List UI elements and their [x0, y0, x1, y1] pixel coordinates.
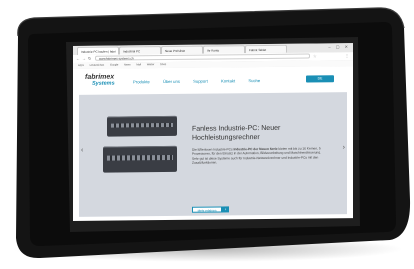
nav-item-support[interactable]: Support: [193, 79, 208, 84]
bookmark-item[interactable]: News: [124, 63, 131, 66]
carousel-prev-icon[interactable]: ‹: [81, 147, 83, 154]
nav-item-suche[interactable]: Suche: [248, 78, 260, 83]
url-input[interactable]: www.fabrimex-systems.ch: [95, 53, 310, 61]
display-content: Industrie-PC kaufen | fabri Industrial P…: [73, 43, 353, 221]
bookmark-item[interactable]: Shop: [160, 63, 166, 66]
hero-carousel: ‹ › Fanless Industrie-PC: Neuer Hochleis…: [79, 92, 347, 217]
site-nav: Produkte Über uns Support Kontakt Suche: [133, 78, 272, 84]
bookmark-item[interactable]: Google: [110, 64, 118, 67]
hero-title: Fanless Industrie-PC: Neuer Hochleistung…: [192, 124, 281, 142]
carousel-next-icon[interactable]: ›: [343, 144, 345, 151]
bookmark-item[interactable]: Lesezeichen: [90, 64, 105, 67]
tablet-screen: Industrie-PC kaufen | fabri Industrial P…: [0, 0, 414, 269]
nav-item-produkte[interactable]: Produkte: [133, 79, 150, 84]
product-image-bottom: [103, 145, 177, 173]
forward-icon[interactable]: →: [82, 56, 86, 61]
reload-icon[interactable]: ↻: [88, 56, 91, 61]
hero-more-button[interactable]: Mehr erfahren: [192, 206, 222, 213]
language-button[interactable]: DE: [306, 75, 334, 83]
bookmark-item[interactable]: Wetter: [147, 63, 155, 66]
site-header: fabrimex Systems Produkte Über uns Suppo…: [73, 66, 353, 95]
browser-menu-icon[interactable]: ⋮: [345, 53, 349, 58]
back-icon[interactable]: ←: [76, 56, 80, 61]
bookmark-item[interactable]: Apps: [78, 64, 84, 67]
bookmark-item[interactable]: Mail: [136, 63, 141, 66]
window-controls[interactable]: – ▢ ✕: [328, 44, 350, 49]
chevron-right-icon[interactable]: ›: [222, 206, 229, 213]
nav-item-ueber-uns[interactable]: Über uns: [163, 79, 180, 84]
site-logo-subtitle: Systems: [92, 80, 115, 87]
hero-text: Die lüfterlosen Industrie-PCs Industrie-…: [192, 146, 322, 165]
nav-item-kontakt[interactable]: Kontakt: [221, 78, 235, 83]
bookmark-star-icon[interactable]: ☆: [313, 53, 317, 58]
product-image-top: [107, 115, 177, 137]
